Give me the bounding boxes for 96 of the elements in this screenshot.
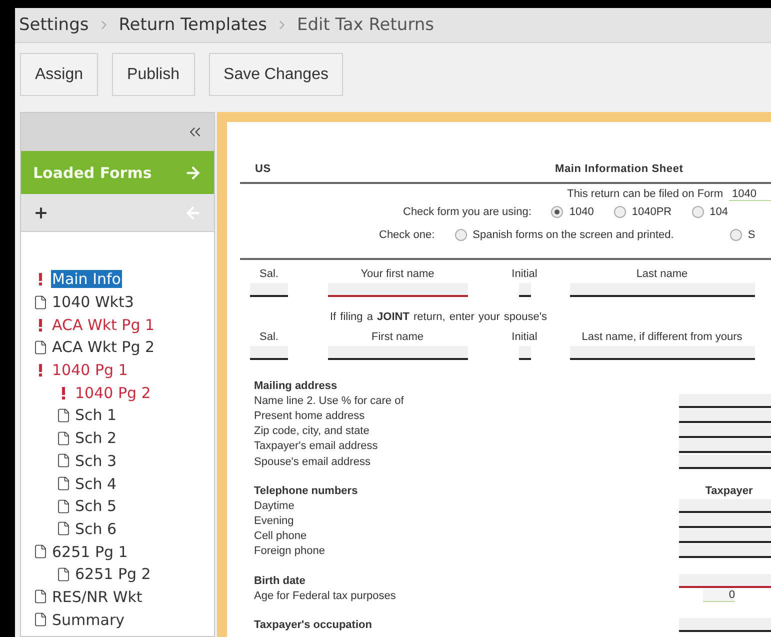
form-tree-item[interactable]: 1040 Pg 2	[74, 384, 152, 402]
form-tree-item[interactable]: Sch 5	[74, 497, 118, 516]
breadcrumb-link[interactable]: Edit Tax Returns	[296, 15, 434, 35]
field-label: Last name	[636, 268, 688, 280]
field-label: Last name, if different from yours	[582, 331, 742, 343]
document-icon	[56, 430, 71, 446]
radio-label: Spanish forms on the screen and printed.	[472, 229, 674, 241]
document-icon	[56, 408, 71, 423]
input-field[interactable]	[570, 283, 754, 297]
field-label: Sal.	[260, 331, 278, 343]
form-tree-item[interactable]: 6251 Pg 2	[74, 565, 152, 584]
field-label: Initial	[512, 331, 538, 343]
field-label: Evening	[254, 515, 295, 528]
form-tree-item[interactable]: 1040 Wkt3	[51, 293, 135, 312]
input-field[interactable]	[679, 574, 771, 588]
form-title: Main Information Sheet	[555, 163, 684, 175]
form-tree-item[interactable]: Sch 4	[74, 474, 118, 493]
section-heading: Taxpayer's occupation	[254, 619, 373, 632]
form-tree-item[interactable]: Main Info	[51, 270, 122, 288]
panel-title: Loaded Forms	[33, 164, 152, 182]
breadcrumb-link[interactable]: Return Templates	[118, 15, 267, 35]
document-icon	[56, 453, 71, 468]
input-field[interactable]	[679, 439, 771, 454]
input-field[interactable]	[328, 346, 468, 360]
field-label: Sal.	[260, 268, 278, 280]
field-label: Your first name	[360, 268, 434, 280]
document-icon	[33, 589, 48, 604]
field-label: This return can be filed on Form	[567, 188, 723, 200]
column-heading: Taxpayer	[704, 484, 754, 497]
radio-button[interactable]	[730, 229, 742, 241]
input-field[interactable]	[570, 346, 754, 360]
form-tree-item[interactable]: 6251 Pg 1	[51, 542, 129, 561]
radio-label: S	[748, 229, 756, 241]
radio-label: 1040	[569, 206, 594, 218]
document-icon	[56, 521, 71, 536]
input-field[interactable]	[679, 514, 771, 528]
field-label: Cell phone	[254, 530, 308, 542]
input-field[interactable]: 0	[703, 589, 735, 602]
form-jurisdiction: US	[254, 163, 272, 175]
form-tree-item[interactable]: 1040 Pg 1	[51, 361, 129, 380]
input-field[interactable]	[679, 424, 771, 438]
field-label: Age for Federal tax purposes	[254, 590, 397, 602]
document-icon	[56, 566, 71, 582]
field-label: Daytime	[254, 500, 296, 512]
input-field[interactable]: 1040	[729, 188, 771, 200]
form-tree-item[interactable]: Sch 1	[74, 406, 118, 424]
input-field[interactable]	[679, 454, 771, 469]
radio-button[interactable]	[692, 206, 704, 218]
radio-button[interactable]	[454, 229, 467, 241]
section-heading: Mailing address	[254, 380, 338, 392]
breadcrumb-link[interactable]: Settings	[19, 15, 89, 35]
field-label: Present home address	[254, 410, 366, 422]
document-icon	[33, 340, 48, 355]
radio-label: 104	[710, 206, 728, 218]
input-field[interactable]	[679, 618, 771, 632]
document-icon	[56, 498, 71, 514]
input-field[interactable]	[679, 529, 771, 544]
document-icon	[33, 544, 48, 560]
input-field[interactable]	[518, 283, 530, 297]
field-label: Zip code, city, and state	[254, 425, 370, 438]
field-label: Spouse's email address	[254, 456, 372, 468]
section-heading: Birth date	[254, 574, 306, 587]
input-field[interactable]	[518, 346, 530, 360]
add-icon[interactable]	[33, 204, 49, 220]
input-field[interactable]	[679, 394, 771, 408]
form-tree-item[interactable]: ACA Wkt Pg 2	[51, 338, 156, 356]
form-tree-item[interactable]: Sch 2	[74, 429, 118, 448]
toolbar-button[interactable]: Publish	[112, 53, 195, 96]
form-note: If filing a JOINT return, enter your spouse's	[329, 311, 548, 323]
input-field[interactable]	[679, 408, 771, 423]
form-tree-item[interactable]: Sch 6	[74, 520, 118, 538]
field-label: Check one:	[379, 229, 435, 241]
field-label: Foreign phone	[254, 545, 326, 558]
input-field[interactable]	[250, 346, 288, 360]
field-label: Taxpayer's email address	[254, 440, 379, 452]
document-icon	[33, 294, 48, 310]
input-field[interactable]	[250, 283, 288, 297]
field-label: Check form you are using:	[403, 206, 532, 218]
input-field[interactable]	[679, 498, 771, 513]
field-label: First name	[372, 331, 424, 343]
radio-label: 1040PR	[632, 206, 672, 218]
toolbar-button[interactable]: Assign	[20, 53, 98, 96]
field-label: Initial	[512, 268, 538, 280]
input-field[interactable]	[328, 283, 468, 297]
section-heading: Telephone numbers	[254, 484, 359, 497]
form-tree-item[interactable]: Summary	[51, 610, 126, 629]
form-tree-item[interactable]: Sch 3	[74, 452, 118, 470]
input-field[interactable]	[679, 544, 771, 558]
form-tree-item[interactable]: RES/NR Wkt	[51, 588, 144, 606]
radio-button[interactable]	[551, 206, 564, 218]
radio-button[interactable]	[614, 206, 626, 218]
document-icon	[56, 476, 71, 492]
document-icon	[33, 612, 48, 628]
field-label: Name line 2. Use % for care of	[254, 394, 405, 407]
toolbar-button[interactable]: Save Changes	[208, 53, 344, 96]
form-tree-item[interactable]: ACA Wkt Pg 1	[51, 316, 156, 334]
